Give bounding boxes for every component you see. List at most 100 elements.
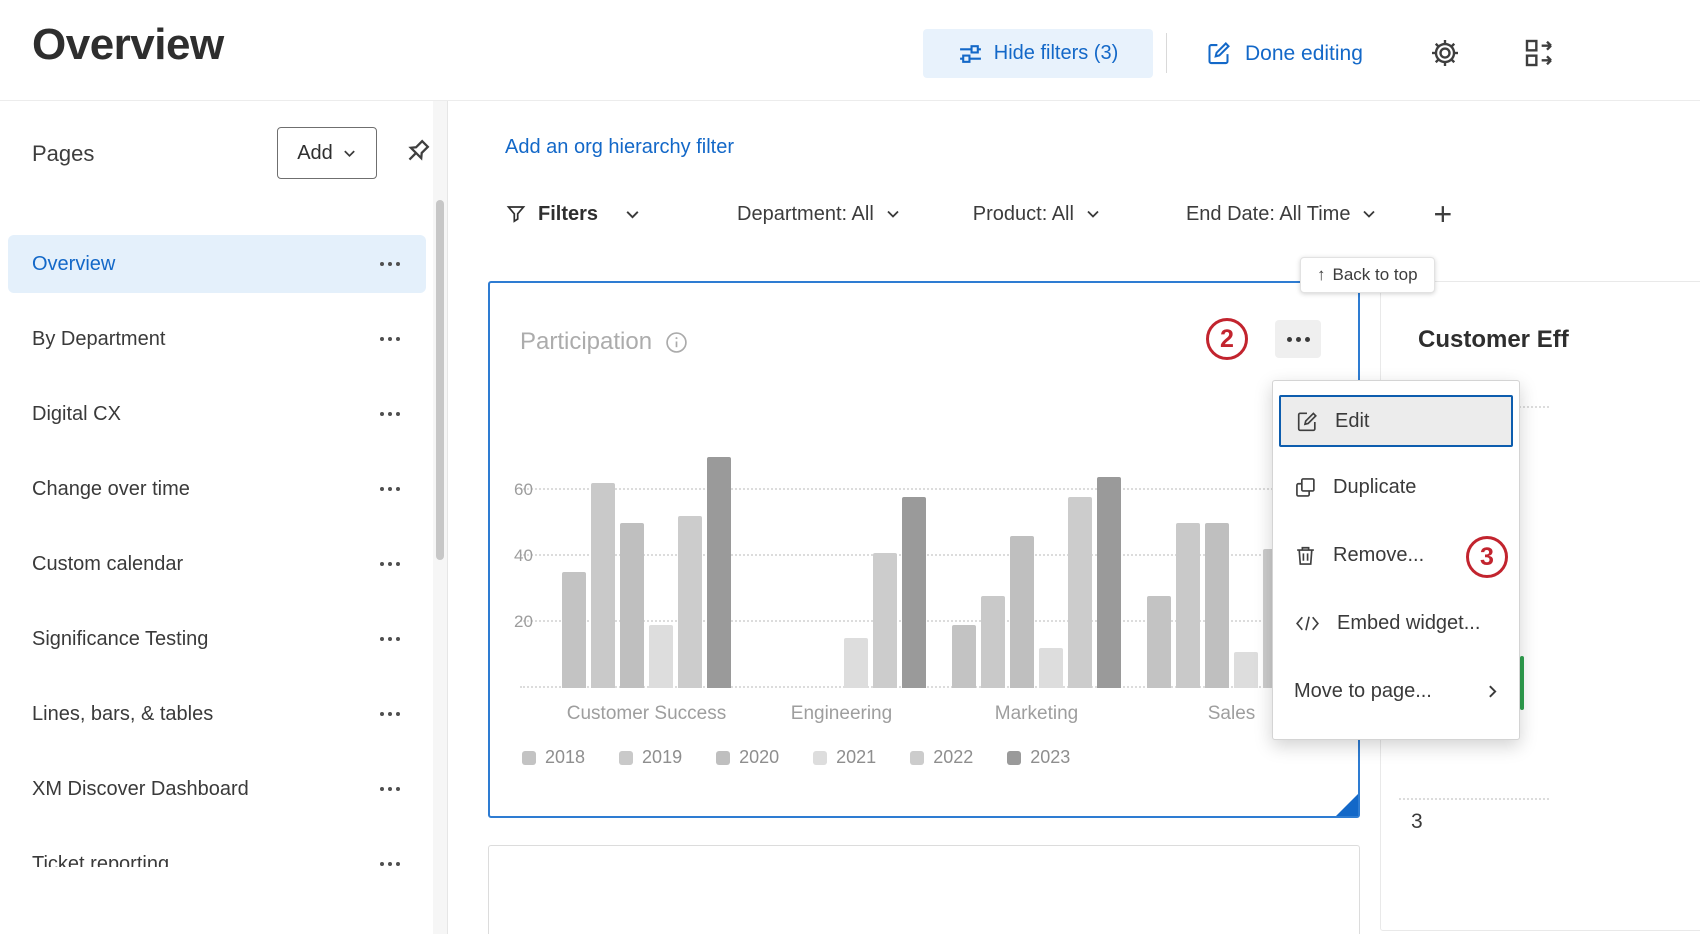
bar-sales-2018[interactable] [1147,596,1171,688]
x-axis-label-engineering: Engineering [757,703,926,725]
legend-item-2023[interactable]: 2023 [1007,747,1070,768]
x-axis-labels: Customer SuccessEngineeringMarketingSale… [556,703,1350,727]
page-label: Overview [32,253,115,276]
trash-icon [1294,544,1317,567]
bar-marketing-2023[interactable] [1097,477,1121,688]
next-widget-card[interactable] [488,845,1360,934]
page-options-icon[interactable] [380,862,400,866]
legend-item-2022[interactable]: 2022 [910,747,973,768]
ellipsis-icon [1287,337,1292,342]
menu-item-move-to-page[interactable]: Move to page... [1273,657,1519,725]
sidebar-scrollbar-track [433,101,447,934]
legend-item-2019[interactable]: 2019 [619,747,682,768]
bar-customer-success-2020[interactable] [620,523,644,688]
gridline [1399,798,1549,800]
chevron-down-icon[interactable] [624,206,641,223]
sidebar-item-digital-cx[interactable]: Digital CX [8,385,426,443]
page-label: Change over time [32,478,190,501]
filter-chip-label: End Date: All Time [1186,203,1351,226]
step-annotation-2: 2 [1206,318,1248,360]
filter-chip-department[interactable]: Department: All [737,203,901,226]
legend-label: 2019 [642,747,682,768]
arrow-up-icon: ↑ [1317,265,1326,285]
bar-engineering-2022[interactable] [873,553,897,688]
chevron-down-icon [342,146,357,161]
add-org-hierarchy-filter-link[interactable]: Add an org hierarchy filter [505,136,734,159]
bar-customer-success-2018[interactable] [562,572,586,688]
arrange-widgets-button[interactable] [1522,36,1556,70]
legend-swatch [522,751,536,765]
hide-filters-label: Hide filters (3) [994,42,1118,65]
bar-customer-success-2021[interactable] [649,625,673,688]
filters-toggle[interactable]: Filters [506,203,598,226]
edit-icon [1296,410,1319,433]
page-options-icon[interactable] [380,637,400,641]
hide-filters-button[interactable]: Hide filters (3) [923,29,1153,78]
page-options-icon[interactable] [380,337,400,341]
page-options-icon[interactable] [380,412,400,416]
bar-customer-success-2023[interactable] [707,457,731,688]
bar-marketing-2021[interactable] [1039,648,1063,688]
menu-item-edit[interactable]: Edit [1279,395,1513,447]
legend-label: 2023 [1030,747,1070,768]
back-to-top-button[interactable]: ↑ Back to top [1300,257,1435,293]
page-options-icon[interactable] [380,712,400,716]
legend-item-2021[interactable]: 2021 [813,747,876,768]
bar-customer-success-2019[interactable] [591,483,615,688]
page-options-icon[interactable] [380,262,400,266]
bar-sales-2020[interactable] [1205,523,1229,688]
y-axis-tick-label: 60 [514,480,544,500]
menu-item-duplicate[interactable]: Duplicate [1273,453,1519,521]
legend-swatch [910,751,924,765]
step-annotation-3: 3 [1466,536,1508,578]
sidebar-item-ticket-reporting[interactable]: Ticket reporting [8,835,426,867]
filter-chip-end-date[interactable]: End Date: All Time [1186,203,1378,226]
bar-engineering-2023[interactable] [902,497,926,688]
add-page-label: Add [297,142,333,165]
legend-item-2020[interactable]: 2020 [716,747,779,768]
sidebar-item-lines-bars-tables[interactable]: Lines, bars, & tables [8,685,426,743]
page-label: XM Discover Dashboard [32,778,249,801]
page-options-icon[interactable] [380,487,400,491]
filters-label: Filters [538,203,598,226]
chevron-down-icon [1361,206,1377,222]
settings-button[interactable] [1428,36,1462,70]
bar-marketing-2019[interactable] [981,596,1005,688]
dashboard-editor-screen: Overview Hide filters (3) Done editing [0,0,1700,934]
sidebar-scrollbar[interactable] [436,200,444,560]
menu-item-label: Edit [1335,410,1369,433]
sidebar-item-xm-discover-dashboard[interactable]: XM Discover Dashboard [8,760,426,818]
page-options-icon[interactable] [380,562,400,566]
sidebar-item-change-over-time[interactable]: Change over time [8,460,426,518]
add-filter-button[interactable]: + [1433,198,1452,230]
filter-bar: Filters Department: All Product: All End D… [506,196,1452,232]
pages-heading: Pages [32,141,94,167]
sidebar-item-significance-testing[interactable]: Significance Testing [8,610,426,668]
bar-sales-2021[interactable] [1234,652,1258,688]
chevron-right-icon [1484,683,1501,700]
bar-engineering-2021[interactable] [844,638,868,688]
bar-marketing-2020[interactable] [1010,536,1034,688]
bar-customer-success-2022[interactable] [678,516,702,688]
legend-item-2018[interactable]: 2018 [522,747,585,768]
bar-sales-2019[interactable] [1176,523,1200,688]
legend-label: 2020 [739,747,779,768]
done-editing-button[interactable]: Done editing [1205,29,1363,78]
menu-item-label: Move to page... [1294,680,1432,703]
filter-chip-product[interactable]: Product: All [973,203,1101,226]
bar-marketing-2018[interactable] [952,625,976,688]
widget-resize-handle[interactable] [1336,794,1358,816]
page-options-icon[interactable] [380,787,400,791]
sidebar-item-by-department[interactable]: By Department [8,310,426,368]
add-page-button[interactable]: Add [277,127,377,179]
participation-widget[interactable]: Participation 204060 Customer SuccessEng… [488,281,1360,818]
menu-item-label: Embed widget... [1337,612,1480,635]
sidebar-item-overview[interactable]: Overview [8,235,426,293]
widget-options-button[interactable] [1275,320,1321,358]
menu-item-embed-widget[interactable]: Embed widget... [1273,589,1519,657]
page-list: Overview By Department Digital CX Change ov… [8,235,426,867]
info-icon[interactable] [665,331,688,354]
sidebar-item-custom-calendar[interactable]: Custom calendar [8,535,426,593]
pages-sidebar: Pages Add Overview By Department Digital C… [0,101,448,934]
bar-marketing-2022[interactable] [1068,497,1092,688]
